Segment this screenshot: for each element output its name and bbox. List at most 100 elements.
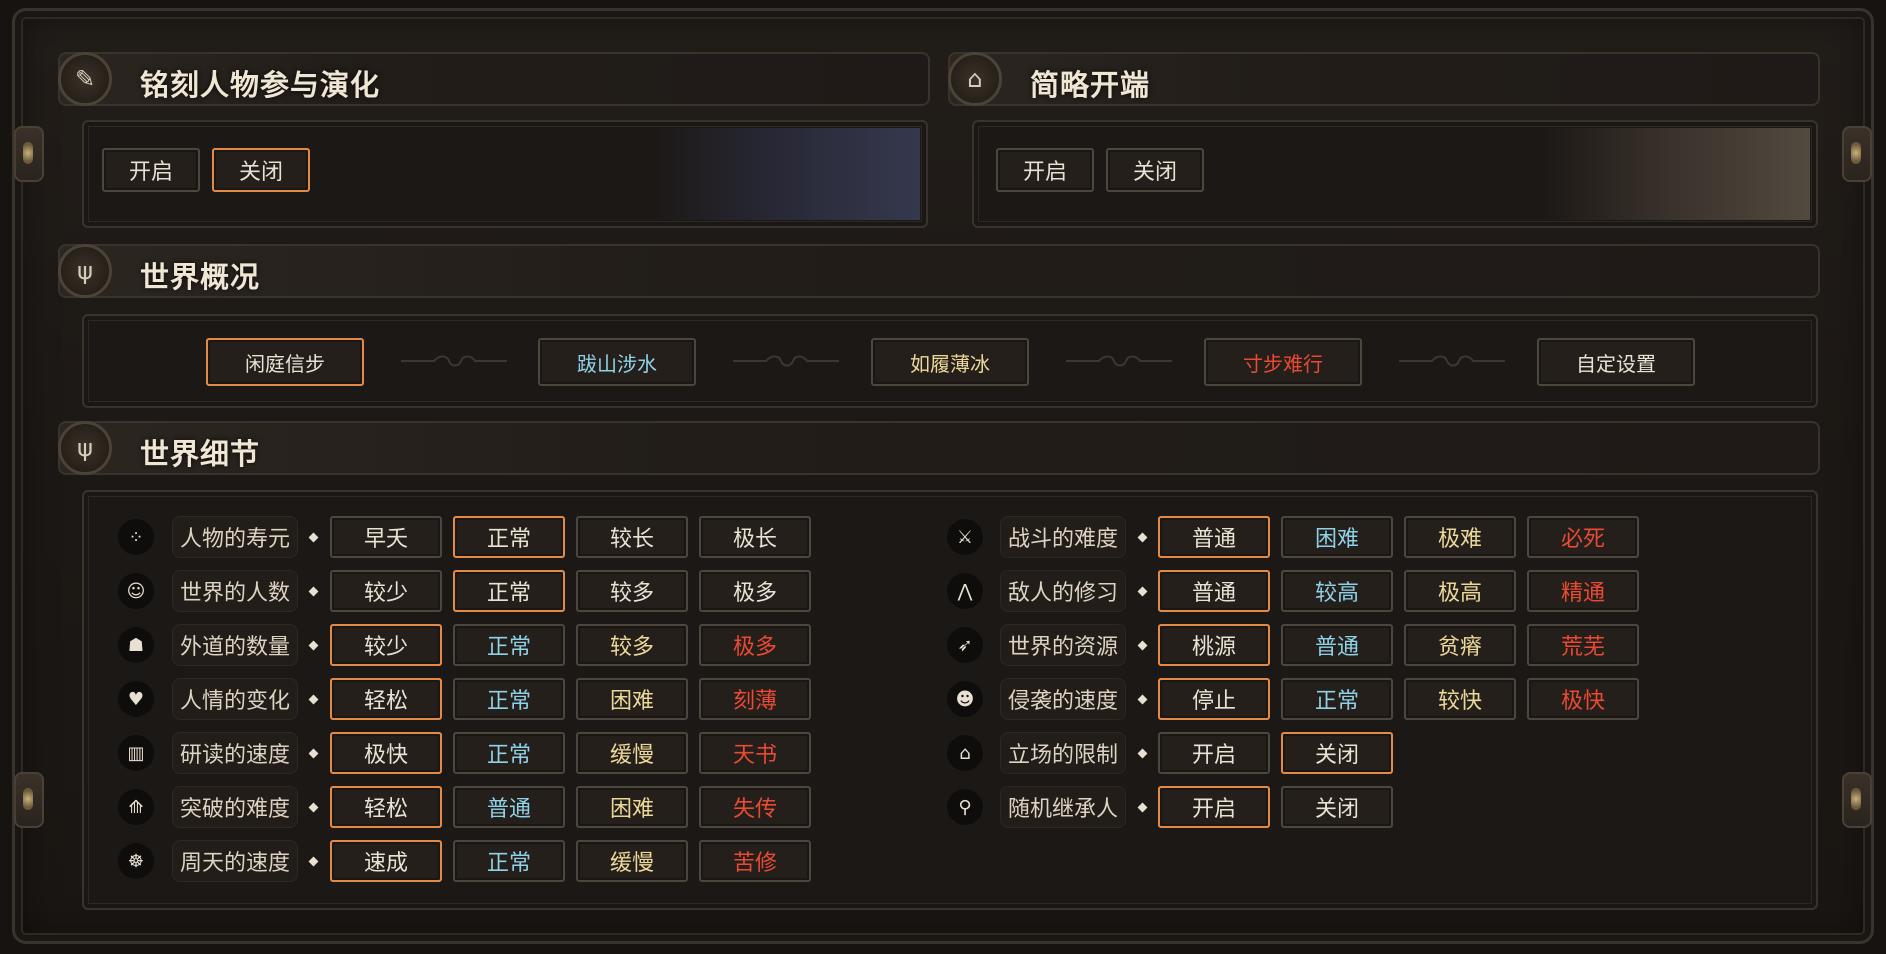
setting-option[interactable]: 荒芜	[1527, 624, 1639, 666]
setting-option[interactable]: 精通	[1527, 570, 1639, 612]
brief-toggle-1[interactable]: 关闭	[1106, 148, 1204, 192]
difficulty-option[interactable]: 闲庭信步	[206, 338, 364, 386]
setting-option[interactable]: 较少	[330, 624, 442, 666]
setting-option[interactable]: 困难	[1281, 516, 1393, 558]
person-icon: ☺	[118, 573, 154, 609]
setting-label: 世界的资源	[1000, 624, 1126, 666]
bird-icon: ➶	[947, 627, 983, 663]
setting-label: 周天的速度	[172, 840, 298, 882]
dots-icon: ⁘	[118, 519, 154, 555]
book-icon: ▥	[118, 735, 154, 771]
brief-header: ⌂ 简略开端	[948, 52, 1820, 106]
setting-option[interactable]: 较多	[576, 570, 688, 612]
setting-option[interactable]: 关闭	[1281, 732, 1393, 774]
heir-icon: ⚲	[947, 789, 983, 825]
setting-option[interactable]: 较长	[576, 516, 688, 558]
setting-option[interactable]: 较少	[330, 570, 442, 612]
lantern-decoration	[1842, 772, 1872, 828]
setting-option[interactable]: 困难	[576, 678, 688, 720]
setting-option[interactable]: 开启	[1158, 786, 1270, 828]
engrave-toggle-1[interactable]: 关闭	[212, 148, 310, 192]
tree-icon: ψ	[58, 421, 112, 475]
setting-option[interactable]: 较多	[576, 624, 688, 666]
cloud-ornament	[1397, 353, 1507, 369]
setting-label: 敌人的修习	[1000, 570, 1126, 612]
setting-option[interactable]: 普通	[1158, 570, 1270, 612]
setting-label: 随机继承人	[1000, 786, 1126, 828]
tree-icon: ψ	[58, 244, 112, 298]
cloud-ornament	[399, 353, 509, 369]
setting-option[interactable]: 较快	[1404, 678, 1516, 720]
cloud-ornament	[731, 353, 841, 369]
world-details-title: 世界细节	[140, 437, 261, 471]
setting-option[interactable]: 苦修	[699, 840, 811, 882]
setting-option[interactable]: 普通	[1158, 516, 1270, 558]
setting-option[interactable]: 正常	[453, 732, 565, 774]
lock-icon: ⌂	[947, 735, 983, 771]
cloud-ornament	[1064, 353, 1174, 369]
setting-option[interactable]: 缓慢	[576, 732, 688, 774]
difficulty-option[interactable]: 跋山涉水	[538, 338, 696, 386]
setting-label: 侵袭的速度	[1000, 678, 1126, 720]
setting-option[interactable]: 极多	[699, 624, 811, 666]
setting-option[interactable]: 极难	[1404, 516, 1516, 558]
setting-label: 立场的限制	[1000, 732, 1126, 774]
mask-icon: ☻	[947, 681, 983, 717]
setting-option[interactable]: 停止	[1158, 678, 1270, 720]
setting-option[interactable]: 极多	[699, 570, 811, 612]
sword-icon: ⚔	[947, 519, 983, 555]
setting-option[interactable]: 轻松	[330, 786, 442, 828]
difficulty-option[interactable]: 如履薄冰	[871, 338, 1029, 386]
character-artwork	[650, 128, 920, 220]
brief-title: 简略开端	[1030, 68, 1151, 102]
setting-option[interactable]: 正常	[453, 840, 565, 882]
engrave-header: ✎ 铭刻人物参与演化	[58, 52, 930, 106]
breakthrough-icon: ⟰	[118, 789, 154, 825]
engraving-brush-icon: ✎	[58, 52, 112, 106]
setting-option[interactable]: 开启	[1158, 732, 1270, 774]
setting-label: 突破的难度	[172, 786, 298, 828]
setting-option[interactable]: 极高	[1404, 570, 1516, 612]
lantern-decoration	[1842, 126, 1872, 182]
setting-label: 世界的人数	[172, 570, 298, 612]
setting-label: 战斗的难度	[1000, 516, 1126, 558]
world-overview-header: ψ 世界概况	[58, 244, 1820, 298]
setting-option[interactable]: 困难	[576, 786, 688, 828]
setting-option[interactable]: 普通	[453, 786, 565, 828]
setting-option[interactable]: 正常	[1281, 678, 1393, 720]
setting-option[interactable]: 失传	[699, 786, 811, 828]
setting-option[interactable]: 天书	[699, 732, 811, 774]
brief-toggle-0[interactable]: 开启	[996, 148, 1094, 192]
setting-option[interactable]: 关闭	[1281, 786, 1393, 828]
setting-label: 人物的寿元	[172, 516, 298, 558]
setting-option[interactable]: 较高	[1281, 570, 1393, 612]
setting-label: 外道的数量	[172, 624, 298, 666]
engrave-panel	[82, 120, 928, 228]
setting-option[interactable]: 缓慢	[576, 840, 688, 882]
demon-icon: ☗	[118, 627, 154, 663]
mountain-icon: ⋀	[947, 573, 983, 609]
setting-option[interactable]: 普通	[1281, 624, 1393, 666]
setting-option[interactable]: 轻松	[330, 678, 442, 720]
setting-option[interactable]: 桃源	[1158, 624, 1270, 666]
difficulty-option[interactable]: 寸步难行	[1204, 338, 1362, 386]
setting-option[interactable]: 早夭	[330, 516, 442, 558]
setting-option[interactable]: 正常	[453, 624, 565, 666]
setting-option[interactable]: 刻薄	[699, 678, 811, 720]
engrave-toggle-0[interactable]: 开启	[102, 148, 200, 192]
setting-option[interactable]: 极快	[1527, 678, 1639, 720]
setting-option[interactable]: 正常	[453, 516, 565, 558]
setting-option[interactable]: 必死	[1527, 516, 1639, 558]
setting-option[interactable]: 极快	[330, 732, 442, 774]
difficulty-option[interactable]: 自定设置	[1537, 338, 1695, 386]
world-details-header: ψ 世界细节	[58, 421, 1820, 475]
setting-option[interactable]: 正常	[453, 570, 565, 612]
setting-option[interactable]: 正常	[453, 678, 565, 720]
setting-option[interactable]: 极长	[699, 516, 811, 558]
temple-icon: ⌂	[948, 52, 1002, 106]
lantern-decoration	[14, 772, 44, 828]
setting-option[interactable]: 速成	[330, 840, 442, 882]
engrave-title: 铭刻人物参与演化	[140, 68, 381, 102]
setting-option[interactable]: 贫瘠	[1404, 624, 1516, 666]
setting-label: 人情的变化	[172, 678, 298, 720]
